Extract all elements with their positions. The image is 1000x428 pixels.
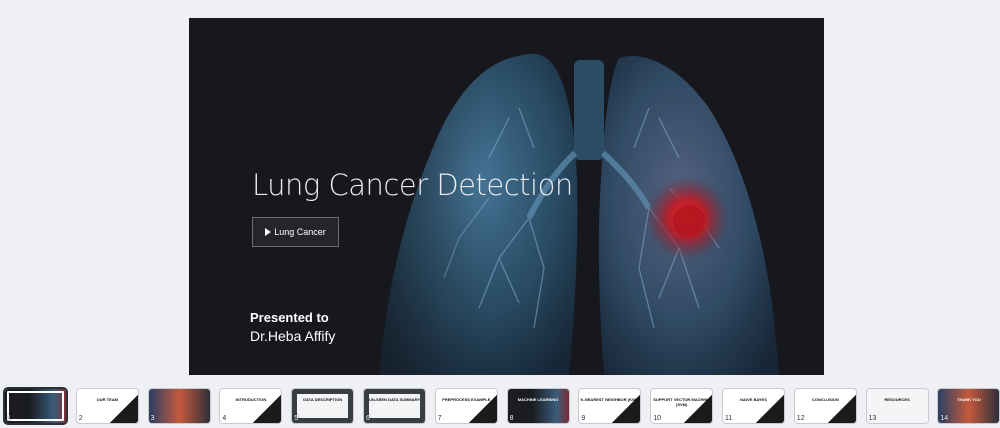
slide-thumbnail-6[interactable]: UN-SEEN DATA SUMMARY 6 — [364, 389, 425, 423]
slide-thumbnail-10[interactable]: SUPPORT VECTOR MACHINE (SVM) 10 — [651, 389, 713, 423]
thumbnail-number: 9 — [581, 415, 586, 422]
thumbnail-heading: CONCLUSION — [811, 397, 839, 402]
thumbnail-number: 8 — [509, 415, 514, 422]
slide-thumbnail-14[interactable]: THANK YOU 14 — [938, 389, 1000, 423]
slide-thumbnail-4[interactable]: INTRODUCTION 4 — [220, 389, 282, 423]
thumbnail-heading: K-NEAREST NEIGHBOR (KNN) — [580, 397, 640, 402]
slide-canvas[interactable]: Lung Cancer Detection Lung Cancer Presen… — [189, 18, 824, 375]
slide-thumbnail-11[interactable]: NAIVE BAYES 11 — [723, 389, 784, 423]
slide-thumbnail-1[interactable]: 1 — [5, 389, 66, 423]
thumbnail-heading: SUPPORT VECTOR MACHINE (SVM) — [653, 397, 711, 407]
slide-thumbnail-13[interactable]: RESOURCES 13 — [866, 389, 928, 423]
thumbnail-number: 3 — [150, 415, 155, 422]
thumbnail-number: 10 — [653, 415, 661, 422]
presented-to-label: Presented to — [250, 310, 329, 325]
thumbnail-heading: DATA DESCRIPTION — [303, 397, 343, 402]
lung-cancer-button-label: Lung Cancer — [274, 227, 326, 237]
thumbnail-heading: NAIVE BAYES — [740, 397, 767, 402]
thumbnail-heading: RESOURCES — [884, 397, 910, 402]
play-icon — [265, 228, 272, 236]
thumbnail-number: 7 — [437, 415, 442, 422]
thumbnail-heading: THANK YOU — [957, 397, 981, 402]
slide-thumbnail-3[interactable]: 3 — [148, 389, 210, 423]
slide-thumbnail-5[interactable]: DATA DESCRIPTION 5 — [292, 389, 354, 423]
slide-thumbnail-9[interactable]: K-NEAREST NEIGHBOR (KNN) 9 — [579, 389, 641, 423]
thumbnail-heading: MACHINE LEARNING — [517, 397, 559, 402]
thumbnail-heading: PREPROCESS EXAMPLE — [442, 397, 491, 402]
thumbnail-number: 11 — [725, 415, 733, 422]
slide-thumbnail-7[interactable]: PREPROCESS EXAMPLE 7 — [435, 389, 497, 423]
thumbnail-number: 12 — [796, 415, 805, 422]
thumbnail-number: 14 — [940, 415, 949, 422]
thumbnail-number: 2 — [78, 415, 83, 422]
thumbnail-number: 5 — [294, 415, 299, 422]
slide-thumbnail-12[interactable]: CONCLUSION 12 — [794, 389, 856, 423]
thumbnail-heading: UN-SEEN DATA SUMMARY — [368, 397, 421, 402]
slide-title: Lung Cancer Detection — [252, 168, 573, 202]
slide-thumbnail-2[interactable]: OUR TEAM 2 — [76, 389, 138, 423]
thumbnail-number: 6 — [366, 415, 370, 422]
lung-cancer-button[interactable]: Lung Cancer — [252, 217, 339, 247]
slide-thumbnail-strip: 1 OUR TEAM 2 3 INTRODUCTION 4 DATA DESCRIPTION… — [0, 383, 1000, 428]
recipient-name: Dr.Heba Affify — [250, 328, 336, 344]
thumbnail-heading: INTRODUCTION — [235, 397, 267, 402]
thumbnail-number: 1 — [7, 415, 11, 422]
thumbnail-number: 13 — [868, 415, 877, 422]
thumbnail-heading: OUR TEAM — [96, 397, 118, 402]
slide-thumbnail-8[interactable]: MACHINE LEARNING 8 — [507, 389, 569, 423]
thumbnail-number: 4 — [222, 415, 227, 422]
